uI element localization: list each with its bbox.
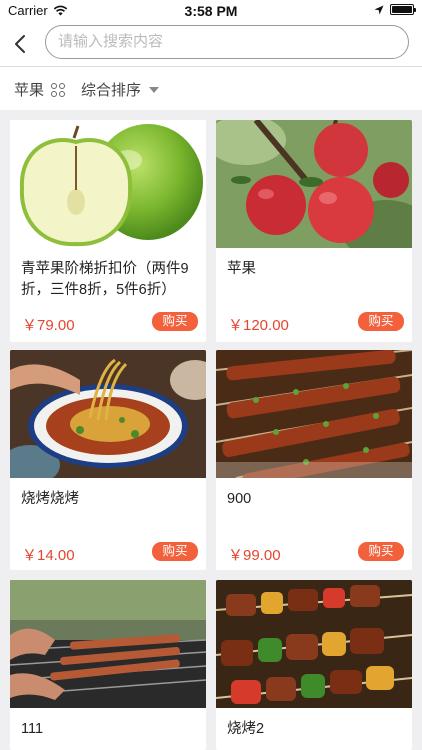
product-card[interactable]: 烧烤烧烤 ￥14.00 购买	[10, 350, 206, 570]
product-card[interactable]: 111	[10, 580, 206, 750]
battery-icon	[390, 4, 416, 15]
product-title: 烧烤2	[227, 721, 265, 737]
product-price: ￥120.00	[228, 317, 289, 334]
search-input[interactable]: 请输入搜索内容	[45, 25, 409, 59]
product-title: 900	[227, 491, 252, 507]
product-title: 苹果	[227, 261, 256, 277]
category-filter[interactable]: 苹果	[14, 79, 66, 100]
back-arrow-icon[interactable]	[8, 30, 36, 58]
buy-button[interactable]: 购买	[358, 312, 404, 331]
search-placeholder: 请输入搜索内容	[58, 33, 164, 50]
product-price: ￥79.00	[22, 317, 75, 334]
buy-button[interactable]: 购买	[152, 312, 198, 331]
buy-button[interactable]: 购买	[358, 542, 404, 561]
product-card[interactable]: 烧烤2	[216, 580, 412, 750]
product-title: 青苹果阶梯折扣价（两件9折，三件8折，5件6折）	[21, 261, 189, 298]
caret-down-icon	[149, 86, 160, 93]
sort-label: 综合排序	[81, 82, 142, 99]
status-bar: Carrier 3:58 PM	[0, 0, 422, 22]
product-card[interactable]: 苹果 ￥120.00 购买	[216, 120, 412, 342]
buy-button[interactable]: 购买	[152, 542, 198, 561]
sort-dropdown[interactable]: 综合排序	[81, 79, 160, 100]
product-price: ￥99.00	[228, 547, 281, 564]
status-right	[374, 4, 416, 15]
category-filter-label: 苹果	[14, 82, 45, 99]
product-image-skewers	[216, 350, 412, 478]
product-card[interactable]: 青苹果阶梯折扣价（两件9折，三件8折，5件6折） ￥79.00 购买	[10, 120, 206, 342]
location-icon	[374, 5, 384, 14]
product-image-kebabs	[216, 580, 412, 708]
search-header: 请输入搜索内容	[0, 22, 422, 66]
product-image-grill	[10, 580, 206, 708]
grid-view-icon	[51, 82, 66, 97]
product-card[interactable]: 900 ￥99.00 购买	[216, 350, 412, 570]
product-image-noodle-bowl	[10, 350, 206, 478]
filter-bar: 苹果 综合排序	[0, 67, 422, 110]
product-title: 烧烤烧烤	[21, 491, 79, 507]
product-price: ￥14.00	[22, 547, 75, 564]
product-image-red-apples	[216, 120, 412, 248]
product-image-green-apple	[10, 120, 206, 248]
product-title: 111	[21, 721, 44, 737]
status-time: 3:58 PM	[184, 3, 238, 19]
